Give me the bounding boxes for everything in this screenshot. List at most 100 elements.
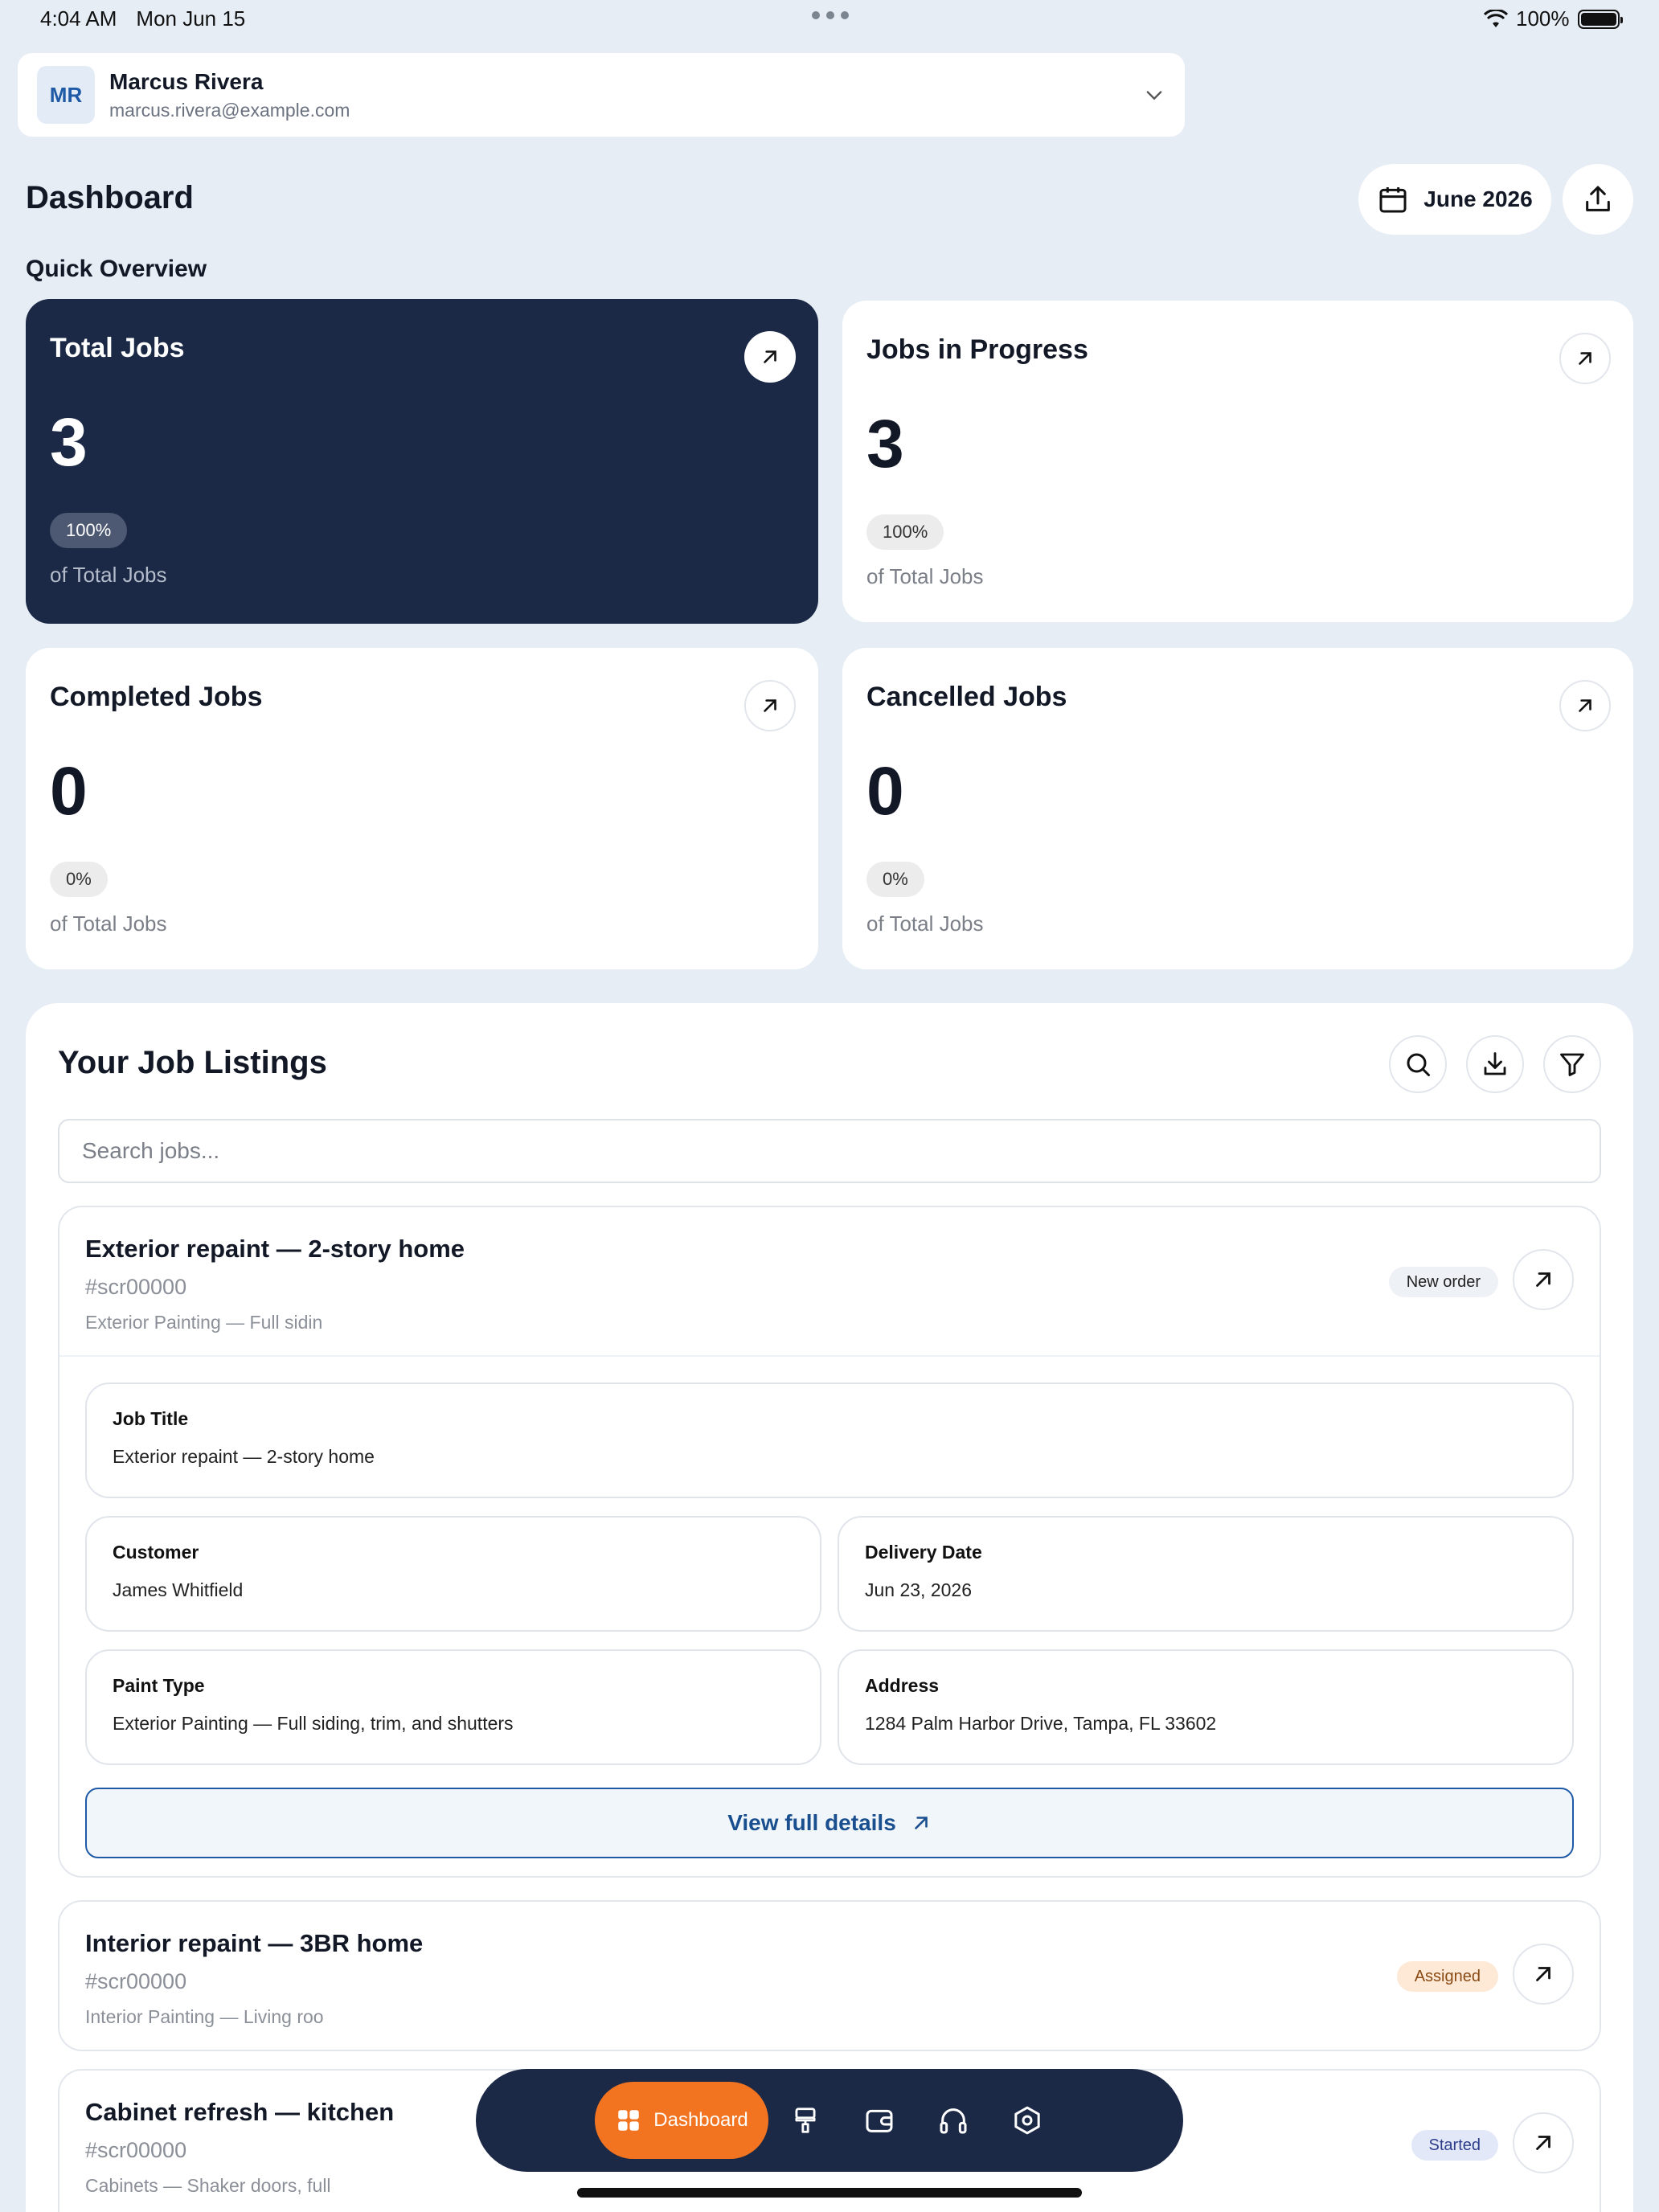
job-id: #scr00000 (85, 1969, 187, 1993)
field-label: Job Title (113, 1408, 189, 1429)
stat-title: Cancelled Jobs (866, 682, 1067, 712)
stat-value: 3 (50, 404, 88, 480)
field-label: Paint Type (113, 1675, 205, 1696)
field-value: Exterior repaint — 2-story home (113, 1446, 375, 1467)
headphones-icon (940, 2108, 967, 2134)
stat-value: 3 (866, 406, 904, 481)
status-date: Mon Jun 15 (136, 6, 246, 31)
month-label: June 2026 (1423, 186, 1533, 211)
dashboard-grid-icon (618, 2110, 640, 2131)
view-full-details-button[interactable]: View full details (85, 1788, 1574, 1858)
arrow-up-right-icon (914, 1817, 928, 1829)
job-id: #scr00000 (85, 1275, 187, 1299)
multitask-dots-icon[interactable] (812, 11, 849, 19)
job-description: Interior Painting — Living roo (85, 2006, 324, 2027)
status-badge: New order (1388, 1267, 1498, 1297)
stat-caption: of Total Jobs (50, 563, 167, 587)
stat-caption: of Total Jobs (866, 911, 984, 936)
month-picker-button[interactable]: June 2026 (1358, 164, 1551, 235)
field-label: Customer (113, 1542, 199, 1563)
stat-percent-badge: 100% (50, 513, 128, 548)
export-button[interactable] (1563, 164, 1633, 235)
status-badge: Assigned (1396, 1961, 1498, 1992)
section-title-quick-overview: Quick Overview (26, 256, 207, 282)
job-title: Interior repaint — 3BR home (85, 1929, 424, 1957)
job-id: #scr00000 (85, 2138, 187, 2162)
home-indicator[interactable] (577, 2188, 1082, 2198)
job-listings-panel: Your Job Listings Exterior repaint — 2-s… (26, 1003, 1633, 2212)
search-icon (1407, 1053, 1430, 1076)
field-customer: Customer James Whitfield (85, 1516, 821, 1632)
status-bar-right: 100% (1484, 6, 1623, 31)
filter-icon (1560, 1053, 1584, 1076)
view-full-details-label: View full details (727, 1810, 896, 1835)
field-value: James Whitfield (113, 1579, 244, 1600)
nav-item-paint[interactable] (768, 2082, 842, 2159)
arrow-up-right-icon (1536, 1967, 1550, 1981)
battery-icon (1577, 9, 1623, 29)
stat-card-total-jobs[interactable]: Total Jobs 3 100% of Total Jobs (26, 299, 818, 624)
open-jobs-in-progress-button[interactable] (1559, 333, 1611, 384)
account-email: marcus.rivera@example.com (109, 99, 350, 121)
field-delivery-date: Delivery Date Jun 23, 2026 (838, 1516, 1574, 1632)
paint-brush-icon (795, 2108, 816, 2133)
status-badge: Started (1411, 2130, 1498, 2161)
arrow-up-right-icon (1536, 1272, 1550, 1287)
stat-title: Total Jobs (50, 333, 185, 363)
open-cancelled-jobs-button[interactable] (1559, 680, 1611, 731)
stat-card-completed-jobs[interactable]: Completed Jobs 0 0% of Total Jobs (26, 648, 818, 969)
stat-title: Jobs in Progress (866, 334, 1088, 365)
arrow-up-right-icon (764, 699, 776, 712)
wifi-icon (1484, 9, 1508, 27)
bottom-nav: Dashboard (476, 2069, 1183, 2172)
field-value: Exterior Painting — Full siding, trim, a… (113, 1713, 514, 1734)
nav-item-wallet[interactable] (842, 2082, 916, 2159)
job-card[interactable]: Exterior repaint — 2-story home #scr0000… (58, 1206, 1601, 1878)
avatar: MR (37, 66, 95, 124)
stat-value: 0 (50, 753, 88, 829)
open-job-button[interactable] (1513, 2112, 1574, 2173)
status-bar-left: 4:04 AM Mon Jun 15 (40, 6, 245, 31)
arrow-up-right-icon (1579, 352, 1591, 365)
stat-value: 0 (866, 753, 904, 829)
open-total-jobs-button[interactable] (744, 331, 796, 383)
job-title: Cabinet refresh — kitchen (85, 2098, 395, 2126)
field-label: Delivery Date (865, 1542, 982, 1563)
stat-percent-badge: 100% (866, 514, 944, 550)
field-paint-type: Paint Type Exterior Painting — Full sidi… (85, 1649, 821, 1765)
stat-caption: of Total Jobs (866, 564, 984, 588)
download-button[interactable] (1466, 1035, 1524, 1093)
download-icon (1484, 1052, 1506, 1075)
field-address: Address 1284 Palm Harbor Drive, Tampa, F… (838, 1649, 1574, 1765)
job-details: Job Title Exterior repaint — 2-story hom… (59, 1355, 1600, 1878)
wallet-icon (866, 2109, 893, 2132)
nav-item-settings[interactable] (990, 2082, 1064, 2159)
settings-hexagon-icon (1014, 2106, 1040, 2135)
field-job-title: Job Title Exterior repaint — 2-story hom… (85, 1382, 1574, 1498)
open-job-button[interactable] (1513, 1944, 1574, 2005)
arrow-up-right-icon (1579, 699, 1591, 712)
stat-caption: of Total Jobs (50, 911, 167, 936)
account-switcher[interactable]: MR Marcus Rivera marcus.rivera@example.c… (18, 53, 1185, 137)
job-title: Exterior repaint — 2-story home (85, 1235, 465, 1263)
arrow-up-right-icon (764, 350, 776, 363)
field-value: Jun 23, 2026 (865, 1579, 973, 1600)
calendar-icon (1379, 187, 1407, 213)
nav-item-support[interactable] (916, 2082, 990, 2159)
nav-item-label: Dashboard (653, 2109, 748, 2131)
chevron-down-icon[interactable] (1143, 84, 1165, 106)
stat-card-cancelled-jobs[interactable]: Cancelled Jobs 0 0% of Total Jobs (842, 648, 1633, 969)
filter-button[interactable] (1543, 1035, 1601, 1093)
open-job-button[interactable] (1513, 1249, 1574, 1310)
account-name: Marcus Rivera (109, 68, 264, 94)
upload-icon (1586, 186, 1610, 211)
nav-item-dashboard[interactable]: Dashboard (595, 2082, 768, 2159)
stat-card-jobs-in-progress[interactable]: Jobs in Progress 3 100% of Total Jobs (842, 301, 1633, 622)
stat-percent-badge: 0% (50, 862, 108, 897)
stat-title: Completed Jobs (50, 682, 263, 712)
search-button[interactable] (1389, 1035, 1447, 1093)
job-card[interactable]: Interior repaint — 3BR home #scr00000 In… (58, 1900, 1601, 2051)
search-input[interactable] (58, 1119, 1601, 1183)
open-completed-jobs-button[interactable] (744, 680, 796, 731)
field-label: Address (865, 1675, 940, 1696)
